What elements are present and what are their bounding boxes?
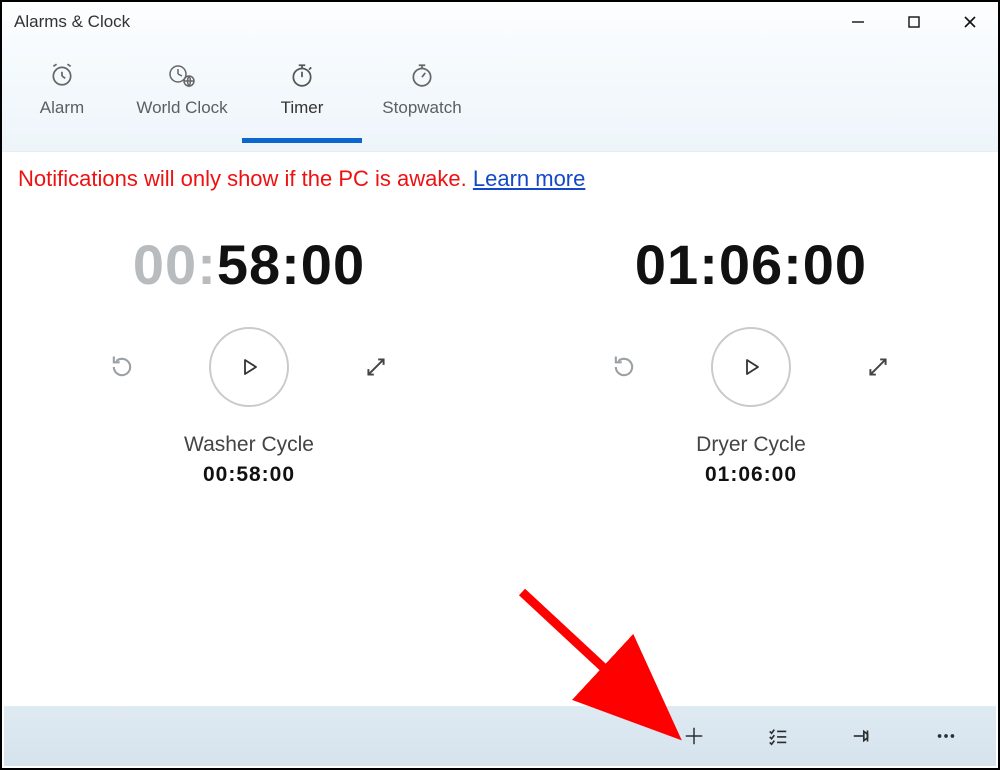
window-title: Alarms & Clock bbox=[14, 12, 130, 32]
play-button[interactable] bbox=[711, 327, 791, 407]
timer-name: Washer Cycle bbox=[18, 433, 480, 457]
timer-controls bbox=[18, 327, 480, 407]
tab-bar: Alarm World Clock Timer bbox=[2, 42, 998, 152]
timers-grid: 00:58:00 bbox=[18, 232, 982, 487]
alarm-icon bbox=[2, 60, 122, 90]
edit-timers-button[interactable] bbox=[758, 716, 798, 756]
timer-icon bbox=[242, 60, 362, 90]
expand-button[interactable] bbox=[861, 350, 895, 384]
title-bar: Alarms & Clock bbox=[2, 2, 998, 42]
content-area: Notifications will only show if the PC i… bbox=[2, 152, 998, 487]
tab-label: Alarm bbox=[2, 98, 122, 118]
timer-card[interactable]: 00:58:00 bbox=[18, 232, 480, 487]
expand-button[interactable] bbox=[359, 350, 393, 384]
timer-card[interactable]: 01:06:00 bbox=[520, 232, 982, 487]
close-button[interactable] bbox=[942, 2, 998, 42]
world-clock-icon bbox=[122, 60, 242, 90]
command-bar bbox=[4, 706, 996, 766]
tab-stopwatch[interactable]: Stopwatch bbox=[362, 60, 482, 142]
timer-duration: 00:58:00 bbox=[18, 463, 480, 487]
timer-duration: 01:06:00 bbox=[520, 463, 982, 487]
add-timer-button[interactable] bbox=[674, 716, 714, 756]
app-window: Alarms & Clock Alarm bbox=[0, 0, 1000, 770]
tab-timer[interactable]: Timer bbox=[242, 60, 362, 142]
window-buttons bbox=[830, 2, 998, 42]
tab-alarm[interactable]: Alarm bbox=[2, 60, 122, 142]
more-button[interactable] bbox=[926, 716, 966, 756]
tab-label: Timer bbox=[242, 98, 362, 118]
timer-countdown: 01:06:00 bbox=[520, 232, 982, 297]
notification-text: Notifications will only show if the PC i… bbox=[18, 166, 473, 191]
timer-countdown: 00:58:00 bbox=[18, 232, 480, 297]
play-button[interactable] bbox=[209, 327, 289, 407]
stopwatch-icon bbox=[362, 60, 482, 90]
minimize-button[interactable] bbox=[830, 2, 886, 42]
learn-more-link[interactable]: Learn more bbox=[473, 166, 586, 191]
tab-label: Stopwatch bbox=[362, 98, 482, 118]
reset-button[interactable] bbox=[105, 350, 139, 384]
maximize-button[interactable] bbox=[886, 2, 942, 42]
reset-button[interactable] bbox=[607, 350, 641, 384]
tab-label: World Clock bbox=[122, 98, 242, 118]
timer-controls bbox=[520, 327, 982, 407]
pin-button[interactable] bbox=[842, 716, 882, 756]
timer-name: Dryer Cycle bbox=[520, 433, 982, 457]
notification-banner: Notifications will only show if the PC i… bbox=[18, 166, 982, 192]
tab-world-clock[interactable]: World Clock bbox=[122, 60, 242, 142]
